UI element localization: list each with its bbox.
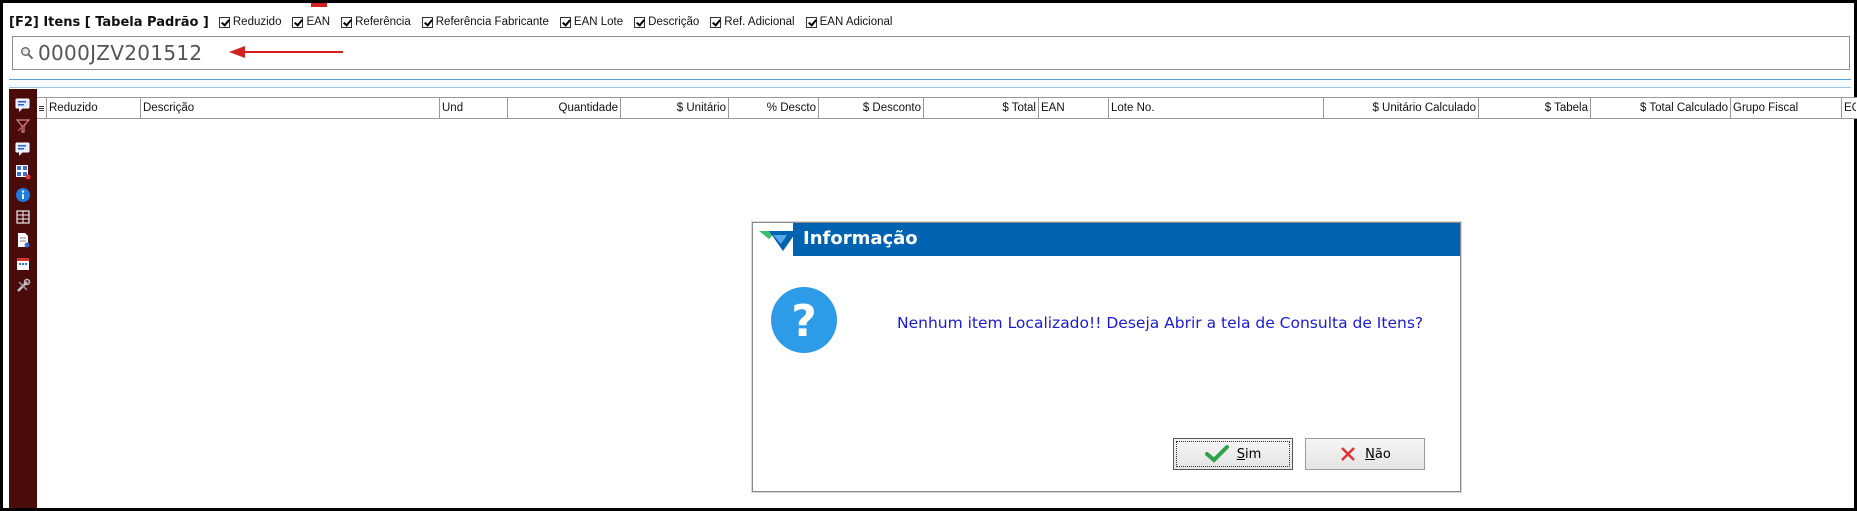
checkbox-ean-lote[interactable]: EAN Lote: [559, 16, 624, 28]
checkbox-icon[interactable]: [710, 16, 722, 28]
checkbox-label: Ref. Adicional: [724, 16, 795, 28]
dialog-title-bar[interactable]: Informação: [753, 223, 1460, 256]
grid-icon[interactable]: [15, 164, 31, 180]
checkbox-icon[interactable]: [341, 16, 353, 28]
checkbox-icon[interactable]: [634, 16, 646, 28]
no-button[interactable]: Não: [1305, 438, 1425, 470]
checkbox-referencia-fabricante[interactable]: Referência Fabricante: [421, 16, 549, 28]
column-header-unitario-calculado[interactable]: $ Unitário Calculado: [1324, 98, 1479, 118]
checkbox-descricao[interactable]: Descrição: [634, 16, 699, 28]
column-header-quantidade[interactable]: Quantidade: [508, 98, 621, 118]
column-header-ec[interactable]: EC: [1842, 98, 1856, 118]
dialog-title: Informação: [803, 228, 918, 249]
calendar-icon[interactable]: [15, 255, 31, 271]
checkbox-referencia[interactable]: Referência: [341, 16, 411, 28]
column-header-unitario[interactable]: $ Unitário: [621, 98, 729, 118]
column-header-reduzido[interactable]: Reduzido: [47, 98, 141, 118]
clear-filter-icon[interactable]: [15, 118, 31, 134]
checkbox-icon[interactable]: [559, 16, 571, 28]
column-header-total[interactable]: $ Total: [924, 98, 1039, 118]
column-header-und[interactable]: Und: [440, 98, 508, 118]
checkbox-label: Reduzido: [232, 16, 282, 28]
checkbox-label: Referência: [355, 16, 411, 28]
column-header-grupo-fiscal[interactable]: Grupo Fiscal: [1731, 98, 1842, 118]
column-header-desconto[interactable]: $ Desconto: [819, 98, 924, 118]
filter-bar: [F2] Itens [ Tabela Padrão ] Reduzido EA…: [9, 13, 903, 31]
checkbox-icon[interactable]: [805, 16, 817, 28]
yes-button[interactable]: Sim: [1173, 438, 1293, 470]
comment-icon[interactable]: [15, 97, 31, 113]
column-header-lote[interactable]: Lote No.: [1109, 98, 1324, 118]
column-header-ean[interactable]: EAN: [1039, 98, 1109, 118]
dialog-message: Nenhum item Localizado!! Deseja Abrir a …: [897, 314, 1424, 332]
left-toolbar: [9, 89, 37, 508]
checkbox-reduzido[interactable]: Reduzido: [218, 16, 282, 28]
tools-icon[interactable]: [15, 278, 31, 294]
checkbox-label: Referência Fabricante: [435, 16, 549, 28]
column-header-tabela[interactable]: $ Tabela: [1479, 98, 1591, 118]
search-icon: [21, 47, 34, 60]
column-header-total-calculado[interactable]: $ Total Calculado: [1591, 98, 1731, 118]
document-icon[interactable]: [15, 232, 31, 248]
column-chooser-handle[interactable]: [37, 98, 47, 118]
red-marker: [311, 3, 327, 7]
table-icon[interactable]: [15, 209, 31, 225]
question-icon: ?: [771, 287, 837, 353]
checkbox-ean[interactable]: EAN: [292, 16, 330, 28]
no-button-label: Não: [1365, 446, 1391, 462]
svg-text:?: ?: [791, 296, 817, 347]
search-value: 0000JZV201512: [38, 41, 203, 65]
check-icon: [1204, 445, 1229, 463]
grid-header: Reduzido Descrição Und Quantidade $ Unit…: [37, 97, 1857, 119]
app-logo-icon: [759, 231, 797, 251]
filter-title: [F2] Itens [ Tabela Padrão ]: [9, 14, 209, 30]
checkbox-label: EAN Lote: [573, 16, 624, 28]
checkbox-icon[interactable]: [421, 16, 433, 28]
checkbox-label: EAN Adicional: [819, 16, 893, 28]
checkbox-label: EAN: [306, 16, 331, 28]
red-arrow-annotation: [229, 46, 343, 58]
checkbox-label: Descrição: [648, 16, 700, 28]
column-header-descricao[interactable]: Descrição: [141, 98, 440, 118]
close-icon: [1341, 447, 1356, 461]
info-icon[interactable]: [15, 187, 31, 203]
checkbox-ref-adicional[interactable]: Ref. Adicional: [710, 16, 795, 28]
yes-button-label: Sim: [1236, 446, 1262, 462]
comment-edit-icon[interactable]: [15, 141, 31, 157]
separator-line: [9, 79, 1851, 88]
checkbox-icon[interactable]: [218, 16, 230, 28]
checkbox-ean-adicional[interactable]: EAN Adicional: [805, 16, 893, 28]
column-header-descto[interactable]: % Descto: [729, 98, 819, 118]
checkbox-icon[interactable]: [292, 16, 304, 28]
